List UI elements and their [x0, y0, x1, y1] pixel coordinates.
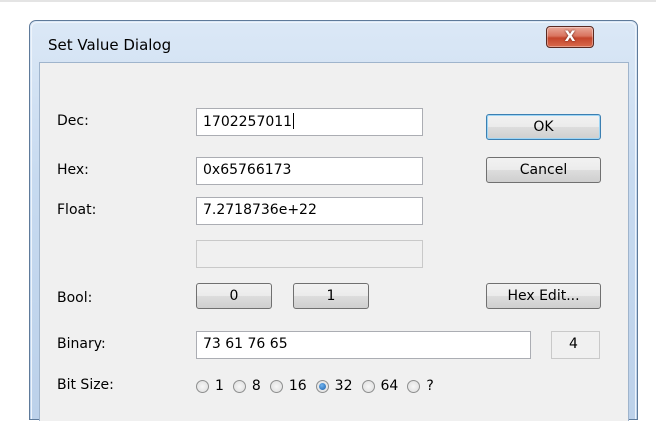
dialog-client-area: Dec: 1702257011 Hex: 0x65766173 Float: 7… [39, 62, 629, 421]
binary-size-field: 4 [551, 331, 600, 359]
bitsize-radio-label: 32 [334, 378, 353, 394]
dec-input[interactable]: 1702257011 [196, 108, 423, 136]
dec-input-value: 1702257011 [203, 114, 293, 130]
bool-0-button[interactable]: 0 [196, 283, 272, 309]
hex-input[interactable]: 0x65766173 [196, 157, 423, 185]
text-caret [293, 113, 295, 129]
radio-circle-icon [361, 379, 375, 393]
bool-label: Bool: [57, 290, 93, 306]
bitsize-radio-auto[interactable]: ? [407, 378, 434, 394]
bool-1-button[interactable]: 1 [293, 283, 369, 309]
float-input[interactable]: 7.2718736e+22 [196, 197, 423, 225]
ok-button[interactable]: OK [486, 114, 601, 140]
bitsize-radio-label: 1 [215, 378, 224, 394]
extra-readonly-field [196, 240, 423, 268]
dialog-title: Set Value Dialog [48, 36, 172, 54]
bitsize-label: Bit Size: [57, 377, 114, 393]
dec-label: Dec: [57, 113, 89, 129]
hex-label: Hex: [57, 162, 89, 178]
bitsize-radio-label: ? [426, 378, 434, 394]
radio-circle-icon [269, 379, 283, 393]
bitsize-radio-8[interactable]: 8 [232, 378, 261, 394]
set-value-dialog: Set Value Dialog X Dec: 1702257011 Hex: … [29, 20, 638, 421]
radio-selected-icon [315, 379, 329, 393]
hex-edit-button[interactable]: Hex Edit... [486, 283, 601, 309]
bitsize-radio-label: 16 [288, 378, 307, 394]
close-icon: X [564, 29, 576, 45]
bitsize-radio-16[interactable]: 16 [269, 378, 307, 394]
close-button[interactable]: X [546, 26, 594, 48]
background-edge [0, 0, 656, 2]
bitsize-radio-64[interactable]: 64 [361, 378, 399, 394]
bitsize-radio-32[interactable]: 32 [315, 378, 353, 394]
cancel-button[interactable]: Cancel [486, 157, 601, 183]
bitsize-radio-1[interactable]: 1 [196, 378, 224, 394]
bitsize-radio-label: 64 [380, 378, 399, 394]
radio-circle-icon [196, 379, 209, 393]
float-label: Float: [57, 202, 97, 218]
radio-circle-icon [232, 379, 246, 393]
radio-circle-icon [407, 379, 421, 393]
bitsize-radio-group: 1 8 16 32 64 ? [196, 376, 443, 396]
bitsize-radio-label: 8 [251, 378, 261, 394]
binary-input[interactable]: 73 61 76 65 [196, 331, 531, 359]
binary-label: Binary: [57, 336, 106, 352]
